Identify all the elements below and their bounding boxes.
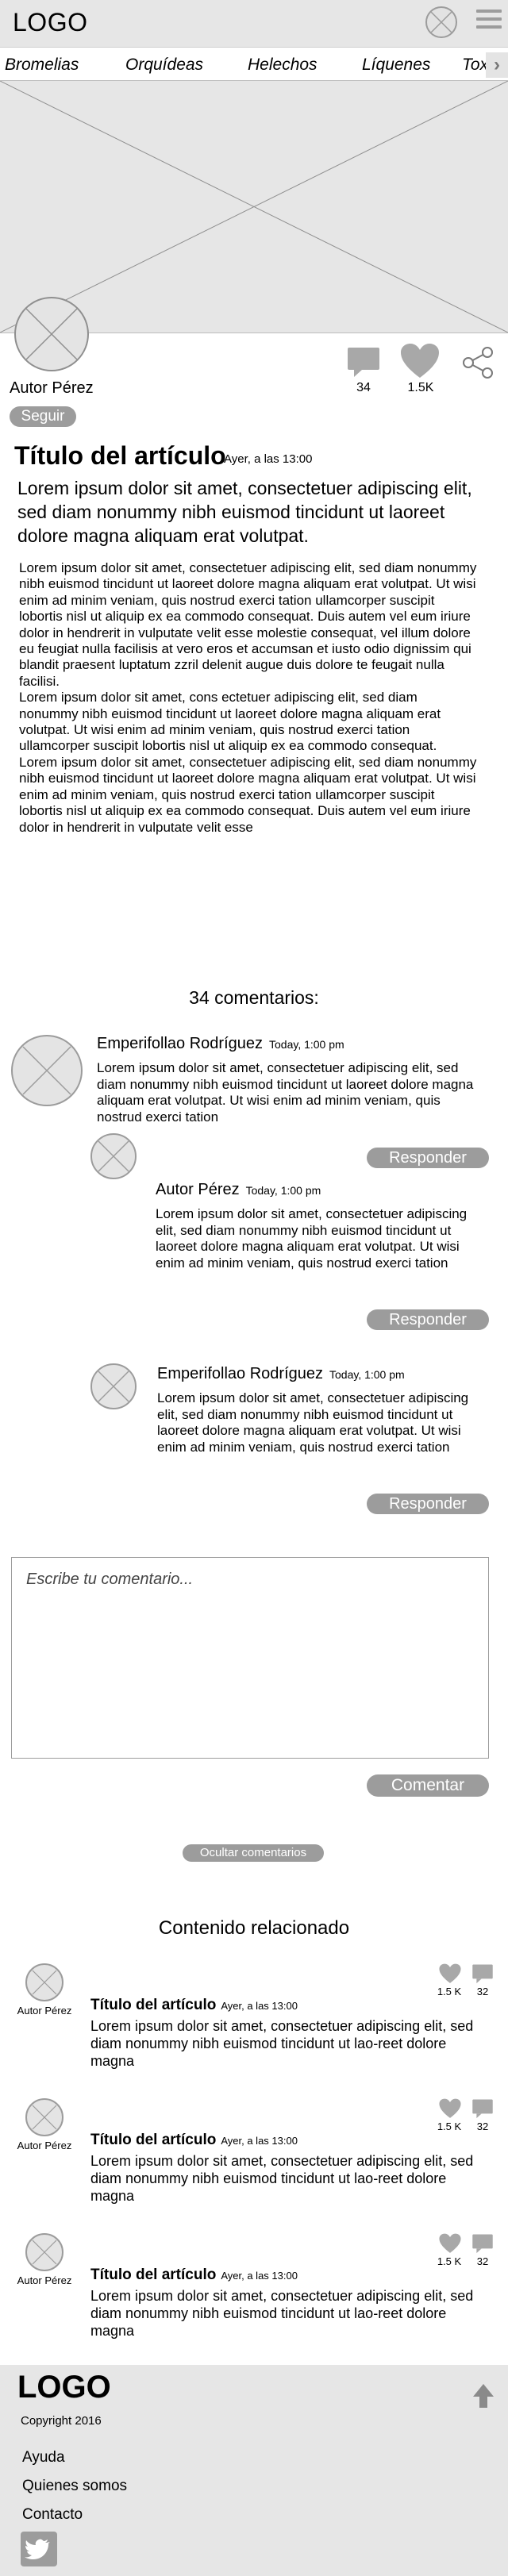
author-name[interactable]: Autor Pérez xyxy=(10,379,94,398)
copyright-text: Copyright 2016 xyxy=(21,2414,102,2428)
comment-author[interactable]: Emperifollao Rodríguez xyxy=(157,1365,323,1382)
comment-date: Today, 1:00 pm xyxy=(269,1038,344,1051)
related-author[interactable]: Autor Pérez xyxy=(6,2140,83,2151)
heart-icon[interactable] xyxy=(438,1963,462,1984)
comment-input-box xyxy=(11,1557,489,1759)
comment-text: Lorem ipsum dolor sit amet, consectetuer… xyxy=(157,1390,469,1455)
related-title: Contenido relacionado xyxy=(158,1917,350,1939)
related-date: Ayer, a las 13:00 xyxy=(221,2270,298,2282)
commenter-avatar[interactable] xyxy=(90,1363,137,1409)
related-author[interactable]: Autor Pérez xyxy=(6,2274,83,2286)
speech-bubble-icon[interactable] xyxy=(471,2098,494,2119)
speech-bubble-icon[interactable] xyxy=(471,2233,494,2254)
related-article-title[interactable]: Título del artículo xyxy=(90,1997,216,2013)
chevron-right-icon[interactable]: › xyxy=(486,52,508,78)
nav-item-more[interactable]: Tox xyxy=(462,56,488,75)
hero-image-placeholder xyxy=(0,81,508,333)
related-likes: 1.5 K xyxy=(437,1986,462,1997)
category-nav: Bromelias Orquídeas Helechos Líquenes To… xyxy=(0,49,508,81)
related-author-avatar[interactable] xyxy=(25,1963,64,2001)
footer-link-ayuda[interactable]: Ayuda xyxy=(22,2449,65,2466)
article-paragraph: Lorem ipsum dolor sit amet, cons ectetue… xyxy=(19,690,441,754)
comment-author[interactable]: Emperifollao Rodríguez xyxy=(97,1035,263,1052)
nav-item-liquenes[interactable]: Líquenes xyxy=(362,56,430,75)
related-header: Título del artículo Ayer, a las 13:00 xyxy=(90,2266,298,2284)
hamburger-menu-icon[interactable] xyxy=(476,10,502,32)
top-bar: LOGO xyxy=(0,0,508,48)
comment-author[interactable]: Autor Pérez xyxy=(156,1181,240,1198)
user-avatar-icon[interactable] xyxy=(425,6,457,38)
commenter-avatar[interactable] xyxy=(11,1035,83,1106)
related-article-title[interactable]: Título del artículo xyxy=(90,2132,216,2148)
related-date: Ayer, a las 13:00 xyxy=(221,2000,298,2012)
footer-link-contacto[interactable]: Contacto xyxy=(22,2506,83,2524)
related-excerpt: Lorem ipsum dolor sit amet, consectetuer… xyxy=(90,2018,474,2069)
related-comments: 32 xyxy=(476,2120,489,2132)
footer-logo[interactable]: LOGO xyxy=(17,2370,111,2405)
comment-header: Emperifollao Rodríguez Today, 1:00 pm xyxy=(157,1365,405,1383)
related-author[interactable]: Autor Pérez xyxy=(6,2005,83,2017)
twitter-icon[interactable] xyxy=(21,2532,57,2566)
speech-bubble-icon[interactable] xyxy=(346,346,381,378)
footer-link-quienes-somos[interactable]: Quienes somos xyxy=(22,2478,127,2495)
comment-text: Lorem ipsum dolor sit amet, consectetuer… xyxy=(156,1206,468,1271)
article-body: Lorem ipsum dolor sit amet, consectetuer… xyxy=(19,560,479,836)
related-article-title[interactable]: Título del artículo xyxy=(90,2266,216,2283)
related-comments: 32 xyxy=(476,1986,489,1997)
reply-button[interactable]: Responder xyxy=(367,1148,489,1168)
nav-item-orquideas[interactable]: Orquídeas xyxy=(125,56,203,75)
comment-date: Today, 1:00 pm xyxy=(245,1184,321,1197)
related-excerpt: Lorem ipsum dolor sit amet, consectetuer… xyxy=(90,2153,474,2204)
article-title: Título del artículo xyxy=(14,441,226,470)
nav-item-helechos[interactable]: Helechos xyxy=(248,56,318,75)
related-header: Título del artículo Ayer, a las 13:00 xyxy=(90,2132,298,2149)
hide-comments-button[interactable]: Ocultar comentarios xyxy=(183,1844,324,1862)
commenter-avatar[interactable] xyxy=(90,1133,137,1179)
related-comments: 32 xyxy=(476,2255,489,2267)
heart-icon[interactable] xyxy=(438,2233,462,2254)
related-author-avatar[interactable] xyxy=(25,2098,64,2136)
likes-count: 1.5K xyxy=(407,381,434,394)
related-excerpt: Lorem ipsum dolor sit amet, consectetuer… xyxy=(90,2288,474,2339)
comment-text: Lorem ipsum dolor sit amet, consectetuer… xyxy=(97,1060,474,1125)
comment-input[interactable] xyxy=(12,1558,488,1758)
share-icon[interactable] xyxy=(459,344,495,381)
heart-icon[interactable] xyxy=(438,2098,462,2119)
comment-count: 34 xyxy=(356,381,371,394)
related-header: Título del artículo Ayer, a las 13:00 xyxy=(90,1997,298,2014)
article-lead: Lorem ipsum dolor sit amet, consectetuer… xyxy=(17,478,472,546)
arrow-up-icon[interactable] xyxy=(471,2382,495,2409)
article-paragraph: Lorem ipsum dolor sit amet, consectetuer… xyxy=(19,560,477,689)
author-avatar[interactable] xyxy=(14,297,89,371)
comment-header: Autor Pérez Today, 1:00 pm xyxy=(156,1181,321,1199)
speech-bubble-icon[interactable] xyxy=(471,1963,494,1984)
related-author-avatar[interactable] xyxy=(25,2233,64,2271)
comment-date: Today, 1:00 pm xyxy=(329,1368,405,1381)
submit-comment-button[interactable]: Comentar xyxy=(367,1774,489,1797)
follow-button[interactable]: Seguir xyxy=(10,406,76,427)
heart-icon[interactable] xyxy=(400,343,440,379)
reply-button[interactable]: Responder xyxy=(367,1494,489,1514)
related-likes: 1.5 K xyxy=(437,2120,462,2132)
related-likes: 1.5 K xyxy=(437,2255,462,2267)
footer: LOGO Copyright 2016 Ayuda Quienes somos … xyxy=(0,2365,508,2576)
reply-button[interactable]: Responder xyxy=(367,1309,489,1330)
nav-item-bromelias[interactable]: Bromelias xyxy=(5,56,79,75)
site-logo[interactable]: LOGO xyxy=(13,8,87,37)
article-paragraph: Lorem ipsum dolor sit amet, consectetuer… xyxy=(19,754,477,835)
article-date: Ayer, a las 13:00 xyxy=(224,452,313,466)
comment-header: Emperifollao Rodríguez Today, 1:00 pm xyxy=(97,1035,344,1053)
comments-title: 34 comentarios: xyxy=(189,987,319,1008)
related-date: Ayer, a las 13:00 xyxy=(221,2135,298,2147)
